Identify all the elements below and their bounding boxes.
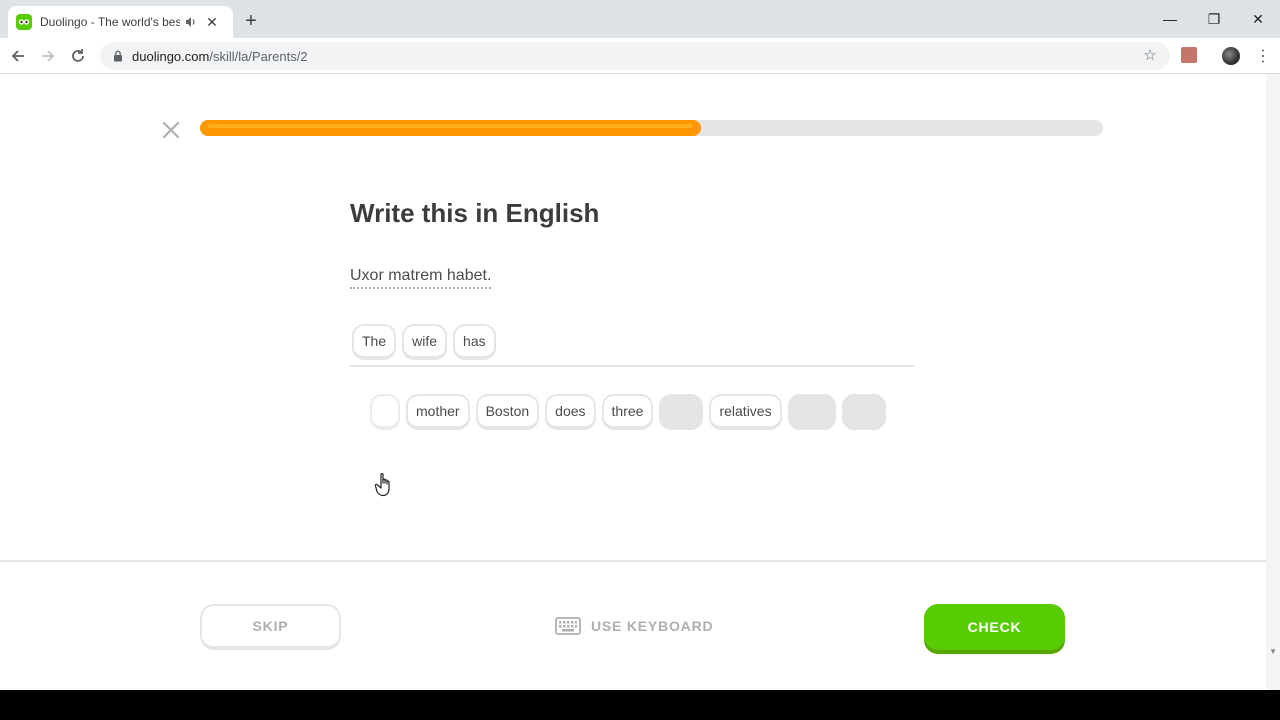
answer-word-chip[interactable]: has [453,324,496,360]
word-bank-slot-used [787,394,836,430]
minimize-button[interactable]: — [1148,0,1192,38]
lesson-progress-bar [200,120,1103,136]
close-lesson-icon[interactable] [160,119,182,141]
pdf-extension-icon[interactable] [1181,47,1197,63]
browser-tab[interactable]: Duolingo - The world's best ✕ [8,6,233,38]
word-bank-chip[interactable]: mother [406,394,470,430]
url-path: /skill/la/Parents/2 [209,48,308,64]
profile-avatar[interactable] [1222,47,1240,65]
reload-button[interactable] [66,44,90,68]
footer-divider [0,560,1266,562]
word-bank: mother Boston does three relatives [370,394,886,430]
url-host: duolingo.com [132,48,210,64]
use-keyboard-button[interactable]: USE KEYBOARD [555,615,713,637]
page-scrollbar[interactable]: ▼ [1266,74,1280,690]
word-bank-chip[interactable]: does [545,394,596,430]
word-bank-chip-hidden[interactable] [370,394,400,430]
word-bank-chip[interactable]: relatives [709,394,782,430]
browser-titlebar: Duolingo - The world's best ✕ + — ❐ ✕ [0,0,1280,38]
word-bank-chip[interactable]: Boston [475,394,540,430]
duolingo-favicon-icon [16,14,32,30]
lesson-page: Write this in English Uxor matrem habet.… [0,74,1266,690]
tab-close-icon[interactable]: ✕ [204,14,220,30]
hand-cursor-icon [374,473,390,497]
lock-icon [112,50,124,62]
keyboard-icon [555,617,581,635]
check-button[interactable]: CHECK [924,604,1065,650]
bookmark-star-icon[interactable]: ☆ [1142,48,1158,64]
url-text: duolingo.com/skill/la/Parents/2 [132,49,308,64]
word-bank-slot-used [659,394,704,430]
arrow-left-icon [11,50,24,62]
screen-bottom-bar [0,690,1280,720]
new-tab-button[interactable]: + [240,10,262,32]
forward-button[interactable] [36,44,60,68]
browser-menu-icon[interactable]: ⋮ [1255,46,1271,66]
speaker-icon[interactable] [184,15,198,29]
challenge-heading: Write this in English [350,198,600,228]
close-window-button[interactable]: ✕ [1236,0,1280,38]
arrow-right-icon [42,50,55,62]
reload-icon [72,49,84,62]
answer-area[interactable]: The wife has [350,324,914,367]
window-controls: — ❐ ✕ [1148,0,1280,38]
restore-button[interactable]: ❐ [1192,0,1236,38]
address-bar[interactable]: duolingo.com/skill/la/Parents/2 ☆ [100,42,1170,70]
back-button[interactable] [6,44,30,68]
challenge-prompt[interactable]: Uxor matrem habet. [350,267,492,289]
answer-word-chip[interactable]: wife [402,324,448,360]
skip-button[interactable]: SKIP [200,604,341,650]
word-bank-slot-used [841,394,886,430]
lesson-progress-fill [200,120,702,136]
prompt-text[interactable]: Uxor matrem habet. [350,267,492,289]
word-bank-chip[interactable]: three [601,394,654,430]
scroll-down-arrow-icon[interactable]: ▼ [1269,647,1277,656]
tab-title: Duolingo - The world's best [40,15,180,29]
use-keyboard-label: USE KEYBOARD [591,618,714,634]
answer-word-chip[interactable]: The [352,324,397,360]
browser-toolbar: duolingo.com/skill/la/Parents/2 ☆ ⋮ [0,38,1280,74]
